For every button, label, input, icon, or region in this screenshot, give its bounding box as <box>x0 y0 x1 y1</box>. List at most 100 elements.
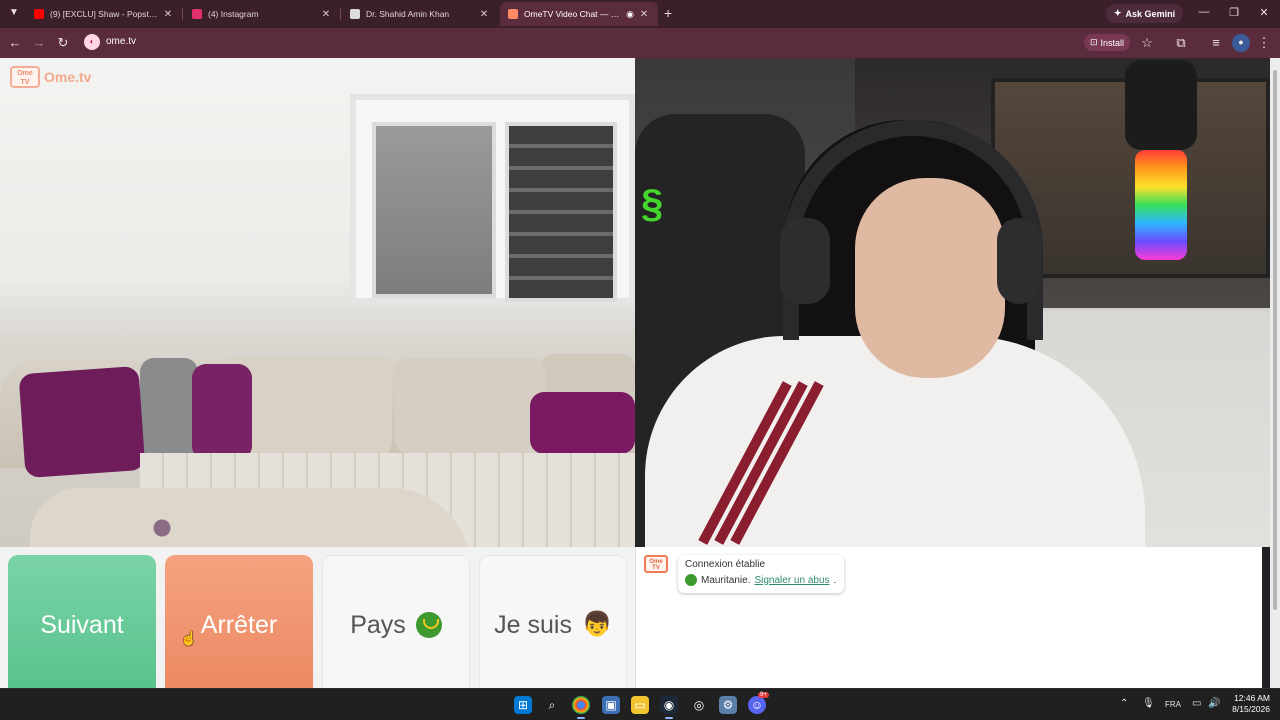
clock-date: 8/15/2026 <box>1232 704 1270 714</box>
remote-video <box>0 58 635 547</box>
network-icon[interactable]: ▭ <box>1192 698 1201 709</box>
obs-icon[interactable]: ◎ <box>690 696 708 714</box>
stop-label: Arrêter <box>200 610 278 639</box>
tab-divider <box>340 8 341 20</box>
forward-icon[interactable]: → <box>31 35 47 51</box>
install-icon: ⊡ <box>1090 37 1098 47</box>
gender-select-button[interactable]: Je suis 👦 <box>479 555 627 695</box>
tab-divider <box>182 8 183 20</box>
close-tab-icon[interactable]: ✕ <box>638 9 650 20</box>
back-icon[interactable]: ← <box>7 35 23 51</box>
youtube-icon <box>34 9 44 19</box>
menu-icon[interactable]: ⋮ <box>1256 35 1272 51</box>
scrollbar-thumb[interactable] <box>1273 70 1277 610</box>
cushion <box>140 358 198 462</box>
extensions-icon[interactable]: ⧉ <box>1173 35 1189 51</box>
tab-ometv[interactable]: OmeTV Video Chat — Ome ◉ ✕ <box>500 2 658 26</box>
page-icon <box>350 9 360 19</box>
ask-gemini-label: Ask Gemini <box>1125 8 1176 19</box>
steam-icon[interactable]: ◉ <box>660 696 678 714</box>
bookmark-star-icon[interactable]: ☆ <box>1139 35 1155 51</box>
task-view-icon[interactable]: ▣ <box>602 696 620 714</box>
cushion <box>192 364 252 460</box>
ometv-icon <box>508 9 518 19</box>
tab-youtube[interactable]: (9) [EXCLU] Shaw - Popstar #Pla ✕ <box>26 2 182 26</box>
new-tab-button[interactable]: + <box>664 6 672 20</box>
tab-title: (9) [EXCLU] Shaw - Popstar #Pla <box>50 9 158 19</box>
tab-title: OmeTV Video Chat — Ome <box>524 9 625 19</box>
control-panel: Suivant Arrêter Pays Je suis 👦 <box>0 547 635 695</box>
ometv-logo[interactable]: Ome TV Ome.tv <box>10 66 91 88</box>
country-label: Pays <box>350 610 406 639</box>
tab-title: (4) Instagram <box>208 9 259 19</box>
profile-avatar[interactable]: ● <box>1232 34 1250 52</box>
ometv-chat-icon: Ome TV <box>644 555 668 573</box>
install-app-button[interactable]: ⊡ Install <box>1084 34 1131 51</box>
connection-status: Connexion établie <box>685 559 766 570</box>
reload-icon[interactable]: ↻ <box>55 35 71 51</box>
razer-logo-icon: § <box>641 182 664 226</box>
microphone-icon[interactable]: 🎙 <box>1142 698 1155 709</box>
address-bar[interactable]: ome.tv <box>106 36 136 47</box>
chrome-icon[interactable] <box>572 696 590 714</box>
windows-start-icon[interactable]: ⊞ <box>514 696 532 714</box>
language-indicator[interactable]: FRA <box>1165 700 1181 709</box>
window-shutter <box>505 122 617 302</box>
mauritania-flag-icon <box>415 612 442 638</box>
media-recording-icon: ◉ <box>626 8 634 19</box>
report-suffix: . <box>833 574 837 586</box>
close-tab-icon[interactable]: ✕ <box>478 9 490 20</box>
close-window-icon[interactable]: ✕ <box>1256 6 1272 19</box>
sofa-arm <box>30 488 470 547</box>
mauritania-flag-icon <box>685 574 697 586</box>
rgb-microphone <box>1135 150 1187 260</box>
headset-earcup <box>997 218 1041 304</box>
taskbar: ⊞ ⌕ ▣ ▭ ◉ ◎ ⚙ ☺ 9+ ⌃ 🎙 FRA ▭ 🔊 12:46 AM … <box>0 688 1280 720</box>
system-clock[interactable]: 12:46 AM 8/15/2026 <box>1226 693 1270 715</box>
window-pane <box>372 122 496 298</box>
cushion <box>395 358 545 454</box>
search-icon[interactable]: ⌕ <box>543 696 561 714</box>
tab-title: Dr. Shahid Amin Khan <box>366 9 450 19</box>
install-label: Install <box>1100 37 1125 48</box>
mouse-cursor-icon: ☝ <box>180 630 198 646</box>
minimize-icon[interactable]: — <box>1196 6 1212 18</box>
gemini-icon: ✦ <box>1114 8 1122 18</box>
close-tab-icon[interactable]: ✕ <box>320 9 332 20</box>
tab-dr-shahid[interactable]: Dr. Shahid Amin Khan ✕ <box>342 2 498 26</box>
tv-icon: Ome TV <box>10 66 40 88</box>
cushion <box>530 392 635 454</box>
boy-icon: 👦 <box>581 611 612 638</box>
close-tab-icon[interactable]: ✕ <box>162 9 174 20</box>
logo-text: Ome.tv <box>44 69 92 85</box>
country-filter-button[interactable]: Pays <box>322 555 470 695</box>
restore-icon[interactable]: ❐ <box>1226 6 1242 19</box>
active-indicator <box>665 717 673 719</box>
country-line: Mauritanie. Signaler un abus. <box>685 574 837 586</box>
instagram-icon <box>192 9 202 19</box>
file-explorer-icon[interactable]: ▭ <box>631 696 649 714</box>
discord-icon[interactable]: ☺ <box>748 696 766 714</box>
headset-earcup <box>780 218 830 304</box>
active-indicator <box>577 717 585 719</box>
volume-icon[interactable]: 🔊 <box>1208 698 1220 709</box>
tab-instagram[interactable]: (4) Instagram ✕ <box>184 2 340 26</box>
site-info-icon[interactable]: ◐ <box>84 34 100 50</box>
ask-gemini-button[interactable]: ✦ Ask Gemini <box>1106 4 1184 23</box>
chat-panel: Ome TV Connexion établie Mauritanie. Sig… <box>635 547 1262 688</box>
local-video: § <box>635 58 1270 547</box>
clock-time: 12:46 AM <box>1234 693 1270 703</box>
stop-button[interactable]: Arrêter <box>165 555 313 695</box>
tab-strip: ▼ (9) [EXCLU] Shaw - Popstar #Pla ✕ (4) … <box>0 0 1280 28</box>
report-abuse-link[interactable]: Signaler un abus <box>754 575 829 586</box>
tray-overflow-icon[interactable]: ⌃ <box>1120 698 1128 709</box>
settings-gear-icon[interactable]: ⚙ <box>719 696 737 714</box>
browser-toolbar: ← → ↻ ◐ ome.tv ⊡ Install ☆ ⧉ ≡ ● ⋮ <box>0 28 1280 58</box>
next-button[interactable]: Suivant <box>8 555 156 695</box>
discord-badge: 9+ <box>758 692 769 698</box>
microphone-mount <box>1125 60 1197 150</box>
media-controls-icon[interactable]: ≡ <box>1208 35 1224 51</box>
cushion <box>18 365 146 479</box>
country-name: Mauritanie. <box>701 574 751 586</box>
tab-search-button[interactable]: ▼ <box>6 5 22 21</box>
